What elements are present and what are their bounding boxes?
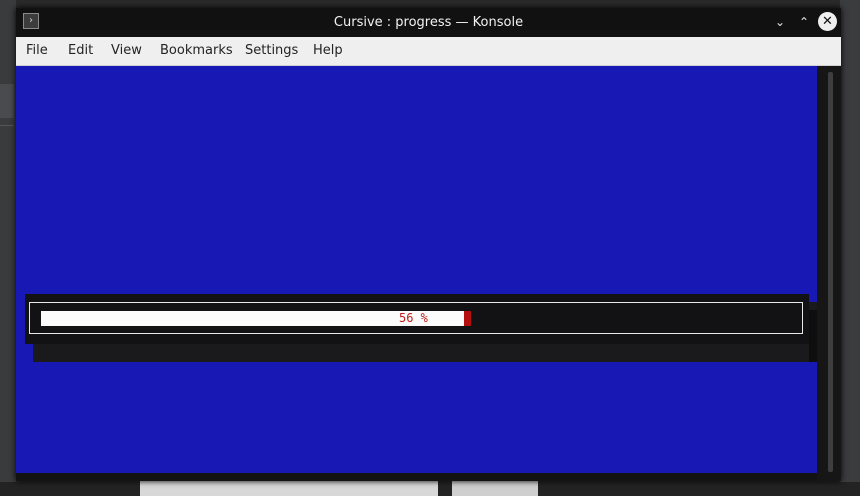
menu-edit[interactable]: Edit [68, 37, 93, 65]
desktop-left-separator [0, 125, 14, 126]
title-bar[interactable]: Cursive : progress — Konsole › ⌄ ⌃ ✕ [16, 8, 841, 37]
desktop-tile [140, 480, 438, 496]
menu-help[interactable]: Help [313, 37, 343, 65]
scrollbar-thumb[interactable] [828, 72, 833, 472]
terminal-area[interactable]: 56 % [16, 66, 817, 473]
close-icon[interactable]: ✕ [818, 12, 837, 31]
menu-file[interactable]: File [26, 37, 48, 65]
dialog-shadow [809, 310, 817, 362]
desktop-left-tab [0, 84, 14, 118]
progress-dialog: 56 % [25, 294, 809, 344]
menu-view[interactable]: View [111, 37, 142, 65]
menu-settings[interactable]: Settings [245, 37, 298, 65]
menu-bar: File Edit View Bookmarks Settings Help [16, 37, 841, 66]
terminal-icon[interactable]: › [23, 13, 39, 29]
menu-bookmarks[interactable]: Bookmarks [160, 37, 233, 65]
konsole-window: Cursive : progress — Konsole › ⌄ ⌃ ✕ Fil… [16, 8, 841, 481]
progress-percent: 56 % [399, 311, 428, 325]
chevron-up-icon[interactable]: ⌃ [794, 12, 814, 32]
chevron-down-icon[interactable]: ⌄ [770, 12, 790, 32]
terminal-cursor [464, 311, 471, 326]
desktop-right-edge [840, 0, 860, 496]
window-title: Cursive : progress — Konsole [333, 15, 524, 30]
desktop-left-edge [0, 0, 16, 496]
desktop-tile [452, 480, 538, 496]
